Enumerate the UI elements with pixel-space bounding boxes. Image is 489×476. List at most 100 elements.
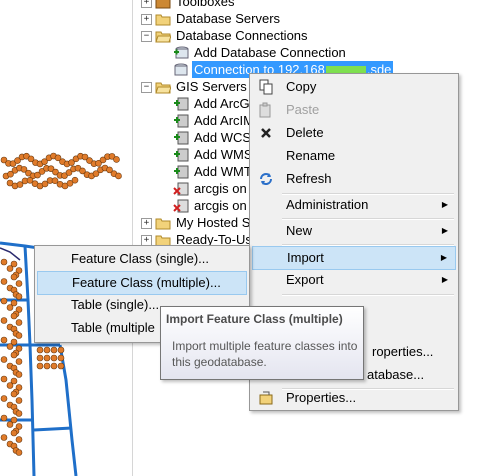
map-point (113, 156, 120, 163)
tree-item-label: Add Database Connection (194, 45, 346, 60)
submenu-item-label: Table (multiple (71, 320, 155, 335)
menu-item-new[interactable]: New ▶ (252, 220, 456, 242)
map-point (10, 390, 18, 398)
map-canvas (0, 152, 122, 476)
expand-icon[interactable]: + (141, 218, 152, 229)
map-point (36, 346, 44, 354)
toolbox-icon (155, 0, 171, 9)
copy-icon (258, 79, 274, 95)
submenu-item-feature-class-single[interactable]: Feature Class (single)... (37, 248, 247, 270)
menu-item-rename[interactable]: Rename (252, 145, 456, 167)
refresh-icon (258, 171, 274, 187)
map-point (15, 449, 23, 456)
tree-item-label: Toolboxes (176, 0, 235, 9)
menu-item-label: atabase... (367, 367, 425, 382)
expand-icon[interactable]: + (141, 14, 152, 25)
add-server-icon (173, 114, 189, 128)
tree-item-label: My Hosted S (176, 215, 251, 230)
tree-item-label: Add ArcG (194, 96, 250, 111)
collapse-icon[interactable]: − (141, 31, 152, 42)
collapse-icon[interactable]: − (141, 82, 152, 93)
map-point (50, 346, 58, 354)
map-view[interactable] (0, 0, 132, 476)
submenu-arrow-icon: ▶ (441, 226, 448, 235)
tree-item-label: Add ArcIM (194, 113, 254, 128)
database-connection-icon (173, 63, 189, 77)
menu-item-label: Delete (286, 125, 324, 140)
map-point (0, 395, 8, 402)
submenu-arrow-icon: ▶ (441, 200, 448, 209)
tree-item-label: Add WMT (194, 164, 252, 179)
menu-item-label: Paste (286, 102, 320, 117)
menu-item-import[interactable]: Import ▶ (252, 246, 456, 270)
map-point (0, 278, 8, 285)
map-point (57, 346, 65, 354)
map-point (71, 176, 79, 184)
menu-item-label: New (286, 223, 313, 238)
properties-icon (258, 390, 274, 406)
map-point (36, 362, 44, 370)
map-point (43, 354, 51, 362)
menu-item-label: Import (287, 250, 324, 265)
map-point (36, 354, 44, 362)
submenu-item-feature-class-multiple[interactable]: Feature Class (multiple)... (37, 271, 247, 295)
map-point (15, 436, 23, 443)
map-point (0, 414, 8, 422)
map-point (50, 362, 58, 370)
map-point (0, 258, 8, 266)
map-point (0, 317, 8, 324)
map-point (0, 336, 8, 344)
folder-open-icon (155, 80, 172, 94)
folder-icon (155, 12, 171, 26)
map-point (10, 429, 18, 437)
tree-item-label: Add WCS (194, 130, 252, 145)
menu-item-properties[interactable]: Properties... (252, 387, 456, 409)
tree-item-label: Add WMS (194, 147, 253, 162)
submenu-item-label: Feature Class (single)... (71, 251, 209, 266)
menu-item-refresh[interactable]: Refresh (252, 168, 456, 190)
submenu-arrow-icon: ▶ (441, 275, 448, 284)
map-point (15, 293, 23, 300)
map-road-dark (0, 247, 21, 261)
map-point (43, 362, 51, 370)
map-point (15, 358, 23, 365)
map-point (50, 354, 58, 362)
map-point (6, 265, 14, 272)
map-point (0, 434, 8, 441)
map-point (15, 332, 23, 339)
menu-item-copy[interactable]: Copy (252, 76, 456, 98)
submenu-item-label: Table (single)... (71, 297, 160, 312)
expand-icon[interactable]: + (141, 0, 152, 8)
map-point (10, 273, 18, 281)
map-point (115, 172, 122, 180)
map-point (15, 397, 23, 404)
map-point (15, 410, 23, 417)
map-point (0, 375, 8, 383)
tree-item-label: GIS Servers (176, 79, 247, 94)
server-error-icon (173, 182, 189, 196)
tooltip-description: Import multiple feature classes into thi… (172, 339, 358, 369)
menu-item-label: Properties... (286, 390, 357, 405)
submenu-arrow-icon: ▶ (440, 253, 447, 262)
map-point (15, 280, 23, 287)
map-point (6, 343, 14, 350)
add-server-icon (173, 148, 189, 162)
map-road (33, 426, 73, 432)
menu-item-label: Rename (286, 148, 336, 163)
add-server-icon (173, 165, 189, 179)
map-road (23, 245, 36, 476)
menu-item-paste[interactable]: Paste (252, 99, 456, 121)
map-point (10, 312, 18, 320)
menu-separator (282, 294, 454, 296)
tree-item-label: arcgis on (194, 198, 247, 213)
map-point (15, 319, 23, 326)
delete-icon (258, 125, 274, 141)
tree-item-label: Database Servers (176, 11, 281, 26)
menu-item-administration[interactable]: Administration ▶ (252, 194, 456, 216)
map-point (6, 421, 14, 428)
menu-item-export[interactable]: Export ▶ (252, 269, 456, 291)
menu-item-label: Copy (286, 79, 317, 94)
map-point (57, 362, 65, 370)
menu-item-delete[interactable]: Delete (252, 122, 456, 144)
add-database-icon (173, 46, 189, 60)
